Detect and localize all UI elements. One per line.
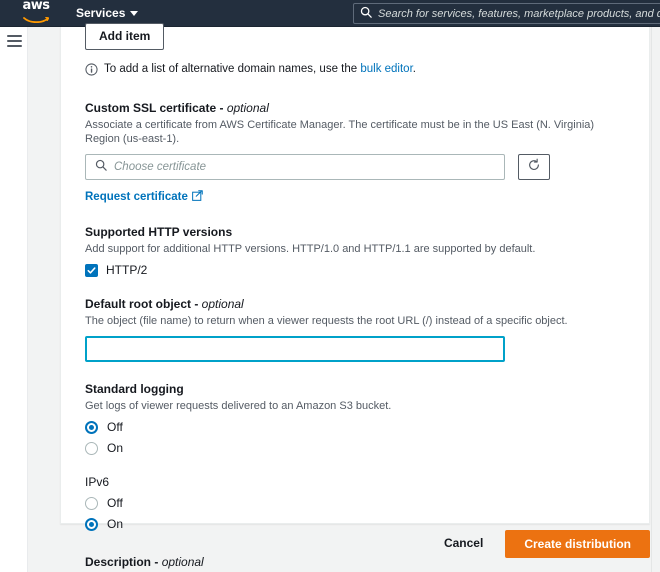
standard-logging-radio-off[interactable] xyxy=(85,420,98,434)
left-navigation-rail xyxy=(0,27,28,572)
global-search-box[interactable]: Search for services, features, marketpla… xyxy=(353,3,660,24)
supported-http-versions-section: Supported HTTP versions Add support for … xyxy=(85,225,625,277)
standard-logging-label-off: Off xyxy=(107,420,123,434)
certificate-select[interactable]: Choose certificate xyxy=(85,154,505,180)
ipv6-label-off: Off xyxy=(107,496,123,510)
bulk-editor-link[interactable]: bulk editor xyxy=(360,63,412,75)
bulk-info-suffix: . xyxy=(412,63,416,75)
distribution-settings-card: Add item To add a list of alternative do… xyxy=(60,23,650,569)
default-root-object-title-text: Default root object - xyxy=(85,297,202,311)
default-root-object-input[interactable] xyxy=(85,336,505,362)
standard-logging-option-off[interactable]: Off xyxy=(85,420,625,434)
ipv6-section: IPv6 Off On xyxy=(85,475,625,531)
standard-logging-label-on: On xyxy=(107,441,124,455)
form-footer-actions: Cancel Create distribution xyxy=(60,530,650,572)
refresh-certificates-button[interactable] xyxy=(518,154,550,180)
global-search-placeholder: Search for services, features, marketpla… xyxy=(378,7,660,20)
create-distribution-button[interactable]: Create distribution xyxy=(505,530,650,558)
ipv6-option-on[interactable]: On xyxy=(85,517,625,531)
ipv6-label-on: On xyxy=(107,517,124,531)
services-menu-button[interactable]: Services xyxy=(76,6,139,20)
refresh-icon xyxy=(527,158,541,177)
chevron-down-icon xyxy=(130,10,139,16)
page-scrollbar[interactable] xyxy=(651,27,660,572)
add-item-button[interactable]: Add item xyxy=(85,23,165,50)
ipv6-title: IPv6 xyxy=(85,475,110,489)
search-icon xyxy=(95,158,107,176)
ipv6-option-off[interactable]: Off xyxy=(85,496,625,510)
request-certificate-label: Request certificate xyxy=(85,191,188,203)
ipv6-radio-on[interactable] xyxy=(85,517,98,531)
http2-checkbox-row[interactable]: HTTP/2 xyxy=(85,263,625,277)
custom-ssl-optional-tag: optional xyxy=(226,101,269,115)
custom-ssl-description: Associate a certificate from AWS Certifi… xyxy=(85,119,595,145)
standard-logging-radio-on[interactable] xyxy=(85,441,98,455)
bulk-info-prefix: To add a list of alternative domain name… xyxy=(104,63,361,75)
cancel-button[interactable]: Cancel xyxy=(440,530,487,556)
http-versions-description: Add support for additional HTTP versions… xyxy=(85,243,536,255)
standard-logging-section: Standard logging Get logs of viewer requ… xyxy=(85,382,625,455)
custom-ssl-title: Custom SSL certificate - optional xyxy=(85,101,625,115)
aws-logo[interactable]: aws xyxy=(16,0,56,27)
custom-ssl-field-row: Choose certificate xyxy=(85,154,625,180)
standard-logging-option-on[interactable]: On xyxy=(85,441,625,455)
bulk-editor-info-text: To add a list of alternative domain name… xyxy=(104,62,416,77)
info-icon xyxy=(85,63,98,81)
hamburger-icon[interactable] xyxy=(7,35,22,50)
request-certificate-link[interactable]: Request certificate xyxy=(85,190,203,204)
bulk-editor-info: To add a list of alternative domain name… xyxy=(85,62,637,81)
http2-checkbox-label: HTTP/2 xyxy=(106,263,148,277)
custom-ssl-certificate-section: Custom SSL certificate - optional Associ… xyxy=(85,101,625,205)
custom-ssl-title-text: Custom SSL certificate - xyxy=(85,101,227,115)
aws-smile-icon xyxy=(23,11,50,27)
default-root-object-description: The object (file name) to return when a … xyxy=(85,315,568,327)
ipv6-radio-off[interactable] xyxy=(85,496,98,510)
page-gutter xyxy=(29,27,60,572)
default-root-object-title: Default root object - optional xyxy=(85,297,625,311)
standard-logging-description: Get logs of viewer requests delivered to… xyxy=(85,400,392,412)
http2-checkbox[interactable] xyxy=(85,263,98,277)
services-menu-label: Services xyxy=(76,6,126,20)
external-link-icon xyxy=(192,190,203,204)
http-versions-title: Supported HTTP versions xyxy=(85,225,233,239)
default-root-object-section: Default root object - optional The objec… xyxy=(85,297,625,362)
default-root-object-optional-tag: optional xyxy=(201,297,244,311)
certificate-select-placeholder: Choose certificate xyxy=(114,161,207,173)
search-icon xyxy=(360,5,372,23)
standard-logging-title: Standard logging xyxy=(85,382,184,396)
